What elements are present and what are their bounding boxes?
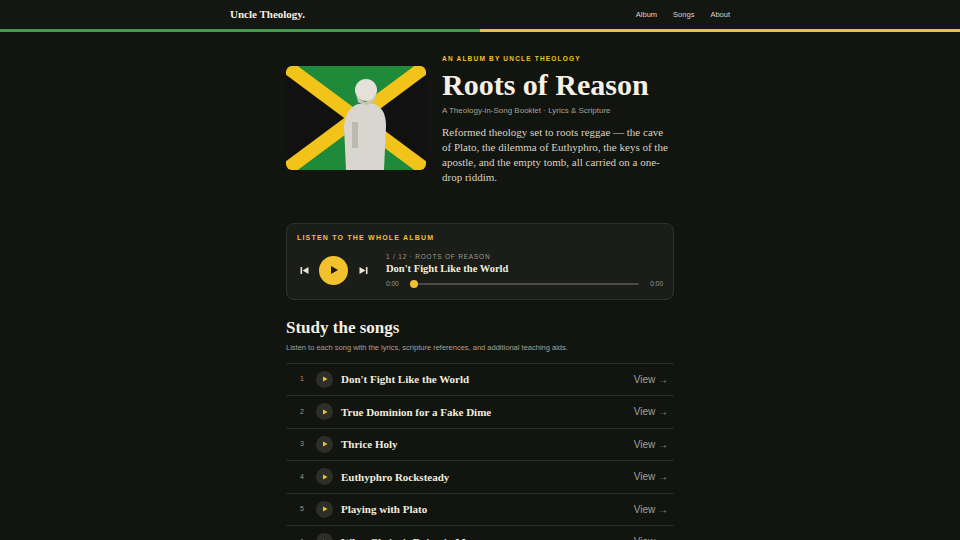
current-time: 0:00 <box>386 279 402 289</box>
play-icon[interactable] <box>316 403 333 420</box>
player-row: 1 / 12 · ROOTS OF REASONDon't Fight Like… <box>297 252 663 289</box>
song-number: 6 <box>296 537 308 540</box>
player-controls <box>297 256 370 285</box>
seek-knob[interactable] <box>410 280 418 288</box>
songs-subtext: Listen to each song with the lyrics, scr… <box>286 342 674 353</box>
total-time: 0:00 <box>647 279 663 289</box>
seek-row: 0:00 0:00 <box>386 279 663 289</box>
play-icon[interactable] <box>316 371 333 388</box>
nav-links: Album Songs About <box>636 9 730 20</box>
song-row[interactable]: 3 Thrice Holy View → <box>286 428 674 461</box>
song-title: True Dominion for a Fake Dime <box>341 404 626 421</box>
album-description: Reformed theology set to roots reggae — … <box>442 125 674 185</box>
song-number: 1 <box>296 374 308 385</box>
play-icon[interactable] <box>316 436 333 453</box>
track-title: Don't Fight Like the World <box>386 262 663 276</box>
album-player: LISTEN TO THE WHOLE ALBUM 1 / 12 · ROOTS … <box>286 223 674 300</box>
now-playing: 1 / 12 · ROOTS OF REASONDon't Fight Like… <box>386 252 663 289</box>
nav-link[interactable]: About <box>710 9 730 20</box>
navbar: Uncle Theology. Album Songs About <box>228 0 732 29</box>
song-row[interactable]: 6 What Christ is Doing in Me View → <box>286 525 674 540</box>
album-page: AN ALBUM BY UNCLE THEOLOGY Roots of Reaso… <box>286 32 674 540</box>
nav-link[interactable]: Album <box>636 9 657 20</box>
album-cover <box>286 66 426 170</box>
play-icon[interactable] <box>316 501 333 518</box>
song-number: 5 <box>296 504 308 515</box>
color-stripe <box>0 29 960 32</box>
song-number: 2 <box>296 407 308 418</box>
song-title: Euthyphro Rocksteady <box>341 469 626 486</box>
song-list: 1 Don't Fight Like the World View → 2 True D… <box>286 363 674 540</box>
brand[interactable]: Uncle Theology. <box>230 6 305 23</box>
song-number: 4 <box>296 472 308 483</box>
songs-heading: Study the songs <box>286 318 674 338</box>
track-meta: 1 / 12 · ROOTS OF REASON <box>386 252 663 262</box>
nav-link[interactable]: Songs <box>673 9 694 20</box>
next-icon[interactable] <box>356 263 370 277</box>
view-link[interactable]: View → <box>634 534 668 540</box>
song-title: Don't Fight Like the World <box>341 371 626 388</box>
view-link[interactable]: View → <box>634 437 668 452</box>
view-link[interactable]: View → <box>634 469 668 484</box>
song-number: 3 <box>296 439 308 450</box>
eyebrow: AN ALBUM BY UNCLE THEOLOGY <box>442 54 674 64</box>
song-title: Thrice Holy <box>341 436 626 453</box>
previous-icon[interactable] <box>297 263 311 277</box>
view-link[interactable]: View → <box>634 372 668 387</box>
view-link[interactable]: View → <box>634 502 668 517</box>
song-row[interactable]: 5 Playing with Plato View → <box>286 493 674 526</box>
play-icon[interactable] <box>319 256 348 285</box>
album-subtitle: A Theology-in-Song Booklet · Lyrics & Sc… <box>442 105 674 117</box>
album-header: AN ALBUM BY UNCLE THEOLOGY Roots of Reaso… <box>286 54 674 185</box>
seek-slider[interactable] <box>410 283 639 285</box>
album-info: AN ALBUM BY UNCLE THEOLOGY Roots of Reaso… <box>442 54 674 185</box>
album-title: Roots of Reason <box>442 68 674 103</box>
song-title: What Christ is Doing in Me <box>341 534 626 540</box>
song-row[interactable]: 2 True Dominion for a Fake Dime View → <box>286 395 674 428</box>
top-bar: Uncle Theology. Album Songs About <box>0 0 960 29</box>
player-label: LISTEN TO THE WHOLE ALBUM <box>297 233 663 244</box>
song-title: Playing with Plato <box>341 501 626 518</box>
song-row[interactable]: 4 Euthyphro Rocksteady View → <box>286 460 674 493</box>
song-row[interactable]: 1 Don't Fight Like the World View → <box>286 363 674 396</box>
play-icon[interactable] <box>316 533 333 540</box>
play-icon[interactable] <box>316 468 333 485</box>
view-link[interactable]: View → <box>634 404 668 419</box>
